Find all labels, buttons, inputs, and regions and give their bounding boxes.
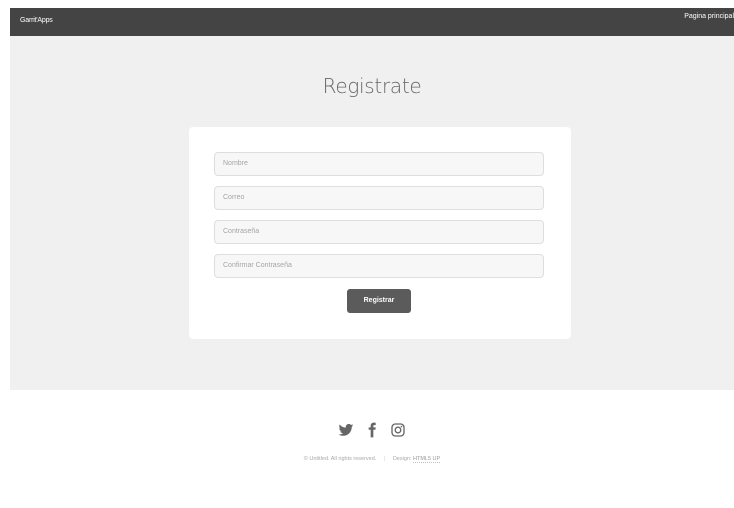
main-section: Registrate Nombre Correo Contraseña Conf… bbox=[10, 36, 734, 390]
confirm-password-input-placeholder: Confirmar Contraseña bbox=[223, 262, 292, 269]
confirm-password-input[interactable]: Confirmar Contraseña bbox=[214, 254, 544, 278]
twitter-icon[interactable] bbox=[338, 422, 354, 438]
register-button[interactable]: Registrar bbox=[347, 289, 411, 313]
footer-separator: | bbox=[383, 456, 386, 462]
social-icons bbox=[10, 420, 734, 440]
top-navbar: Garrit'Apps Pagina principal bbox=[10, 8, 734, 36]
facebook-icon[interactable] bbox=[364, 422, 380, 438]
design-credit-link[interactable]: HTML5 UP bbox=[413, 456, 441, 463]
instagram-icon[interactable] bbox=[390, 422, 406, 438]
copyright-text: © Untitled. All rights reserved. bbox=[303, 456, 377, 462]
register-form-card: Nombre Correo Contraseña Confirmar Contr… bbox=[189, 127, 571, 339]
email-input[interactable]: Correo bbox=[214, 186, 544, 210]
design-prefix: Design: bbox=[392, 456, 412, 462]
password-input[interactable]: Contraseña bbox=[214, 220, 544, 244]
page-title: Registrate bbox=[322, 74, 422, 98]
copyright-line: © Untitled. All rights reserved. | Desig… bbox=[10, 456, 734, 463]
brand-logo-text[interactable]: Garrit'Apps bbox=[20, 17, 53, 24]
name-input[interactable]: Nombre bbox=[214, 152, 544, 176]
nav-link-home[interactable]: Pagina principal bbox=[684, 13, 734, 20]
name-input-placeholder: Nombre bbox=[223, 160, 248, 167]
footer: © Untitled. All rights reserved. | Desig… bbox=[10, 390, 734, 508]
email-input-placeholder: Correo bbox=[223, 194, 245, 201]
password-input-placeholder: Contraseña bbox=[223, 228, 260, 235]
